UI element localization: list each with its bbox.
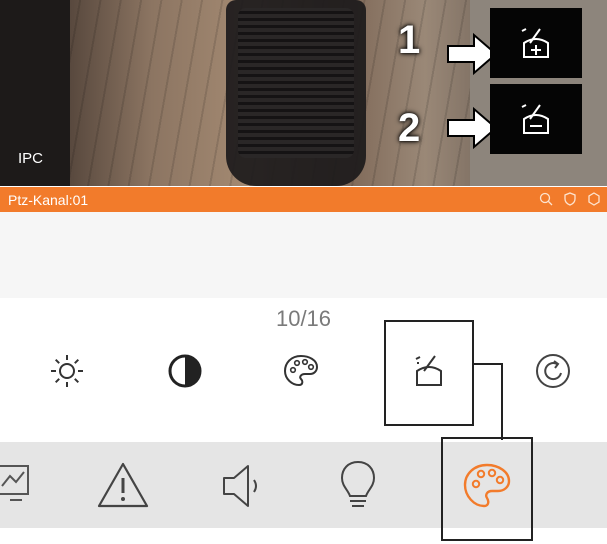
brightness-button[interactable] bbox=[42, 346, 92, 396]
contrast-icon bbox=[168, 354, 202, 388]
chart-button[interactable] bbox=[0, 460, 32, 513]
image-adjust-plus-icon bbox=[521, 28, 549, 58]
shield-icon[interactable] bbox=[563, 192, 577, 206]
reset-button[interactable] bbox=[528, 346, 578, 396]
callout-number-1: 1 bbox=[398, 18, 421, 62]
saturation-button[interactable] bbox=[276, 346, 326, 396]
color-palette-icon bbox=[463, 463, 511, 508]
image-adjust-button[interactable] bbox=[404, 346, 454, 396]
zoom-icon[interactable] bbox=[539, 192, 553, 206]
ptz-control-area bbox=[0, 212, 607, 298]
camera-video-view[interactable]: IPC 1 2 bbox=[0, 0, 607, 186]
video-chair-mesh bbox=[238, 8, 354, 158]
speaker-icon bbox=[223, 465, 257, 507]
alarm-button[interactable] bbox=[93, 456, 153, 516]
saturation-palette-icon bbox=[283, 354, 319, 387]
image-adjust-minus-button[interactable] bbox=[490, 84, 582, 154]
image-adjust-minus-icon bbox=[521, 104, 549, 134]
channel-label: Ptz-Kanal:01 bbox=[8, 191, 89, 208]
settings-icon[interactable] bbox=[587, 192, 601, 206]
alarm-warning-icon bbox=[97, 462, 149, 508]
reset-icon bbox=[536, 354, 570, 388]
image-adjust-icon bbox=[415, 355, 442, 386]
light-bulb-icon bbox=[340, 460, 376, 507]
light-button[interactable] bbox=[328, 456, 388, 516]
brightness-icon bbox=[51, 355, 83, 387]
contrast-button[interactable] bbox=[160, 346, 210, 396]
annotation-connector bbox=[472, 363, 503, 440]
color-button[interactable] bbox=[457, 456, 517, 516]
channel-bar: Ptz-Kanal:01 bbox=[0, 187, 607, 212]
callout-number-2: 2 bbox=[398, 106, 421, 150]
camera-label: IPC bbox=[18, 150, 44, 167]
chart-icon bbox=[0, 465, 29, 501]
image-adjust-plus-button[interactable] bbox=[490, 8, 582, 78]
page-indicator: 10/16 bbox=[275, 306, 332, 331]
audio-button[interactable] bbox=[212, 456, 272, 516]
